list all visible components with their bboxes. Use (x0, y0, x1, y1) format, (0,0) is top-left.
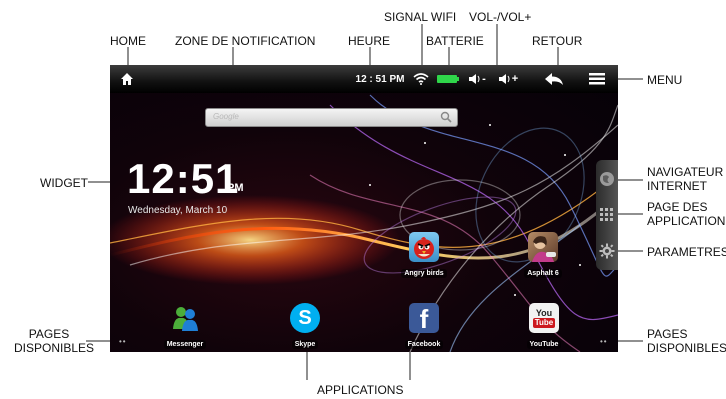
all-apps-button[interactable] (598, 206, 616, 224)
page-indicator-right[interactable]: •• (600, 337, 608, 346)
app-asphalt-6[interactable]: Asphalt 6 (508, 232, 578, 280)
volume-up-sign: + (511, 73, 519, 85)
asphalt-6-icon (528, 232, 558, 262)
app-facebook[interactable]: f Facebook (389, 303, 459, 351)
clock-widget-date: Wednesday, March 10 (128, 205, 228, 216)
app-label: Messenger (163, 340, 207, 349)
browser-button[interactable] (598, 170, 616, 188)
app-label: YouTube (526, 340, 562, 349)
app-label: Asphalt 6 (524, 269, 562, 278)
home-icon (121, 73, 133, 85)
globe-icon (600, 172, 614, 186)
search-placeholder: Google (213, 112, 239, 121)
angry-birds-icon (409, 232, 439, 262)
callout-page-apps-line2: APPLICATIONS (647, 214, 726, 228)
callout-applications: APPLICATIONS (317, 383, 404, 397)
back-button[interactable] (542, 65, 566, 93)
messenger-icon (170, 303, 200, 333)
callout-retour: RETOUR (532, 34, 583, 48)
youtube-icon-tube: Tube (532, 318, 556, 328)
callout-vol: VOL-/VOL+ (469, 10, 532, 24)
volume-up-icon (498, 74, 510, 84)
callout-pages-right-line1: PAGES (647, 327, 688, 341)
gear-icon (599, 243, 615, 259)
callout-pages-left: PAGES DISPONIBLES (14, 327, 95, 355)
search-icon[interactable] (440, 111, 452, 123)
callout-navigateur: NAVIGATEUR INTERNET (647, 165, 723, 193)
volume-up-button[interactable]: + (494, 65, 522, 93)
skype-icon-letter: S (298, 306, 312, 329)
menu-icon (589, 73, 605, 85)
app-grid-icon (600, 208, 613, 221)
battery-icon (437, 75, 459, 83)
callout-page-apps: PAGE DES APPLICATIONS (647, 200, 726, 228)
callout-pages-left-line2: DISPONIBLES (14, 341, 95, 355)
app-label: Facebook (404, 340, 444, 349)
callout-navigateur-line1: NAVIGATEUR (647, 165, 724, 179)
volume-down-icon (469, 74, 480, 84)
callout-heure: HEURE (348, 34, 391, 48)
callout-widget: WIDGET (40, 176, 88, 190)
settings-button[interactable] (598, 242, 616, 260)
back-icon (545, 73, 563, 85)
app-skype[interactable]: S Skype (270, 303, 340, 351)
youtube-icon-you: You (535, 308, 553, 318)
wifi-icon (413, 73, 429, 85)
callout-home: HOME (110, 34, 146, 48)
callout-page-apps-line1: PAGE DES (647, 200, 708, 214)
callout-pages-right-line2: DISPONIBLES (647, 341, 726, 355)
callout-menu: MENU (647, 73, 683, 87)
app-messenger[interactable]: Messenger (150, 303, 220, 351)
google-search-bar[interactable]: Google (205, 108, 458, 127)
callout-parametres: PARAMETRES (647, 245, 726, 259)
launcher-side-panel (596, 160, 618, 270)
app-youtube[interactable]: You Tube YouTube (509, 303, 579, 351)
facebook-icon-letter: f (419, 304, 429, 334)
app-label: Angry birds (401, 269, 447, 278)
battery-indicator (436, 65, 460, 93)
home-button[interactable] (118, 65, 136, 93)
skype-icon: S (290, 303, 320, 333)
youtube-icon: You Tube (529, 303, 559, 333)
callout-signal-wifi: SIGNAL WIFI (384, 10, 457, 24)
volume-down-sign: - (482, 73, 486, 85)
menu-button[interactable] (586, 65, 608, 93)
facebook-icon: f (409, 303, 439, 333)
wifi-indicator (412, 65, 430, 93)
callout-pages-right: PAGES DISPONIBLES (647, 327, 726, 355)
clock-widget-time[interactable]: 12:51 (127, 158, 239, 200)
app-angry-birds[interactable]: Angry birds (389, 232, 459, 280)
app-label: Skype (291, 340, 319, 349)
callout-navigateur-line2: INTERNET (647, 179, 707, 193)
status-time: 12 : 51 PM (355, 73, 405, 85)
callout-notification-zone: ZONE DE NOTIFICATION (175, 34, 316, 48)
status-bar: 12 : 51 PM - + (110, 65, 618, 93)
clock-widget-ampm: PM (227, 182, 244, 194)
volume-down-button[interactable]: - (464, 65, 490, 93)
android-home-screen: 12 : 51 PM - + Google 12:51 PM Wednesday… (110, 65, 618, 352)
callout-pages-left-line1: PAGES (28, 327, 70, 341)
page-indicator-left[interactable]: •• (119, 337, 127, 346)
callout-batterie: BATTERIE (426, 34, 484, 48)
